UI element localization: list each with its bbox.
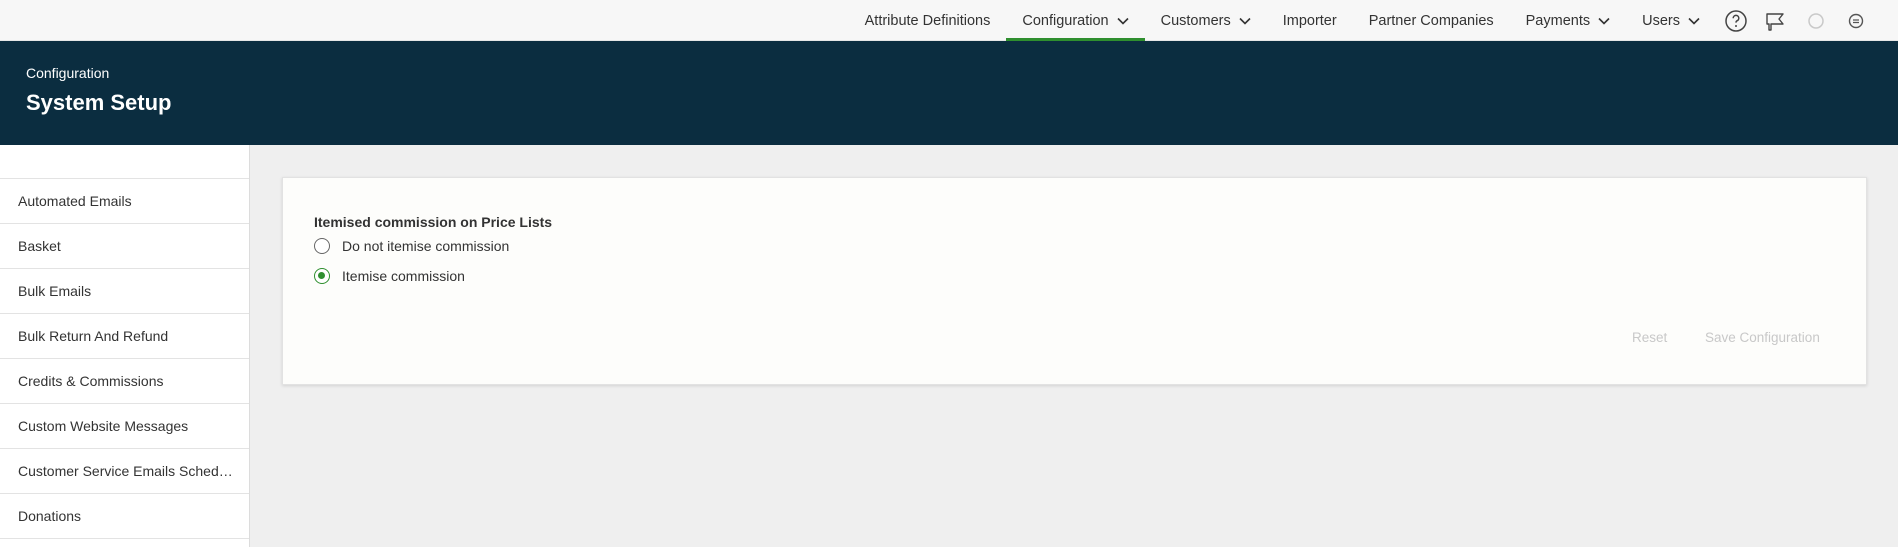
- sidebar-item-customer-service-emails-schedule[interactable]: Customer Service Emails Schedul...: [0, 449, 249, 494]
- nav-attribute-definitions[interactable]: Attribute Definitions: [849, 0, 1007, 41]
- configuration-card: Itemised commission on Price Lists Do no…: [282, 177, 1867, 385]
- sidebar-item-bulk-return-and-refund[interactable]: Bulk Return And Refund: [0, 314, 249, 359]
- radio-do-not-itemise[interactable]: Do not itemise commission: [314, 238, 509, 254]
- nav-payments[interactable]: Payments: [1510, 0, 1626, 41]
- user-badge-icon: [1848, 13, 1864, 28]
- radio-checked-icon[interactable]: [314, 268, 330, 284]
- top-nav-items: Attribute Definitions Configuration Cust…: [849, 0, 1898, 41]
- sidebar-item-basket[interactable]: Basket: [0, 224, 249, 269]
- radio-label: Do not itemise commission: [342, 238, 510, 254]
- sidebar-item-label: Automated Emails: [18, 193, 132, 209]
- user-menu-button[interactable]: [1836, 0, 1876, 41]
- sidebar-list: Automated Emails Basket Bulk Emails Bulk…: [0, 178, 249, 539]
- sidebar-item-custom-website-messages[interactable]: Custom Website Messages: [0, 404, 249, 449]
- sidebar-item-label: Basket: [18, 238, 61, 254]
- status-button[interactable]: [1796, 0, 1836, 41]
- sidebar-item-label: Custom Website Messages: [18, 418, 189, 434]
- top-navigation-bar: Attribute Definitions Configuration Cust…: [0, 0, 1898, 41]
- nav-label: Users: [1642, 12, 1680, 29]
- sidebar-item-label: Customer Service Emails Schedul...: [18, 463, 233, 479]
- status-circle-icon: [1808, 12, 1824, 29]
- sidebar-item-label: Bulk Return And Refund: [18, 328, 169, 344]
- radio-itemise[interactable]: Itemise commission: [314, 268, 465, 284]
- megaphone-icon: [1766, 12, 1784, 31]
- nav-label: Configuration: [1022, 12, 1109, 29]
- chevron-down-icon: [1117, 17, 1129, 25]
- sidebar-item-automated-emails[interactable]: Automated Emails: [0, 179, 249, 224]
- nav-label: Importer: [1282, 12, 1337, 29]
- page-title: System Setup: [26, 90, 172, 115]
- nav-users[interactable]: Users: [1626, 0, 1716, 41]
- chevron-down-icon: [1688, 17, 1700, 25]
- help-icon: [1725, 9, 1747, 32]
- sidebar-item-donations[interactable]: Donations: [0, 494, 249, 539]
- sidebar: Automated Emails Basket Bulk Emails Bulk…: [0, 145, 250, 547]
- chevron-down-icon: [1239, 17, 1251, 25]
- save-configuration-button[interactable]: Save Configuration: [1705, 330, 1820, 345]
- radio-label: Itemise commission: [342, 268, 465, 284]
- page-header: Configuration System Setup: [0, 41, 1898, 145]
- announcements-button[interactable]: [1756, 0, 1796, 41]
- nav-label: Attribute Definitions: [864, 12, 991, 29]
- breadcrumb: Configuration: [26, 65, 110, 81]
- nav-label: Customers: [1160, 12, 1231, 29]
- nav-partner-companies[interactable]: Partner Companies: [1353, 0, 1510, 41]
- radio-unchecked-icon[interactable]: [314, 238, 330, 254]
- sidebar-item-label: Bulk Emails: [18, 283, 92, 299]
- sidebar-item-credits-commissions[interactable]: Credits & Commissions: [0, 359, 249, 404]
- sidebar-item-bulk-emails[interactable]: Bulk Emails: [0, 269, 249, 314]
- help-button[interactable]: [1716, 0, 1756, 41]
- nav-importer[interactable]: Importer: [1267, 0, 1353, 41]
- sidebar-item-label: Donations: [18, 508, 82, 524]
- section-label: Itemised commission on Price Lists: [314, 214, 553, 230]
- reset-button[interactable]: Reset: [1632, 330, 1667, 345]
- nav-configuration[interactable]: Configuration: [1006, 0, 1145, 41]
- nav-label: Payments: [1525, 12, 1591, 29]
- nav-customers[interactable]: Customers: [1145, 0, 1267, 41]
- nav-label: Partner Companies: [1368, 12, 1494, 29]
- sidebar-item-label: Credits & Commissions: [18, 373, 164, 389]
- chevron-down-icon: [1598, 17, 1610, 25]
